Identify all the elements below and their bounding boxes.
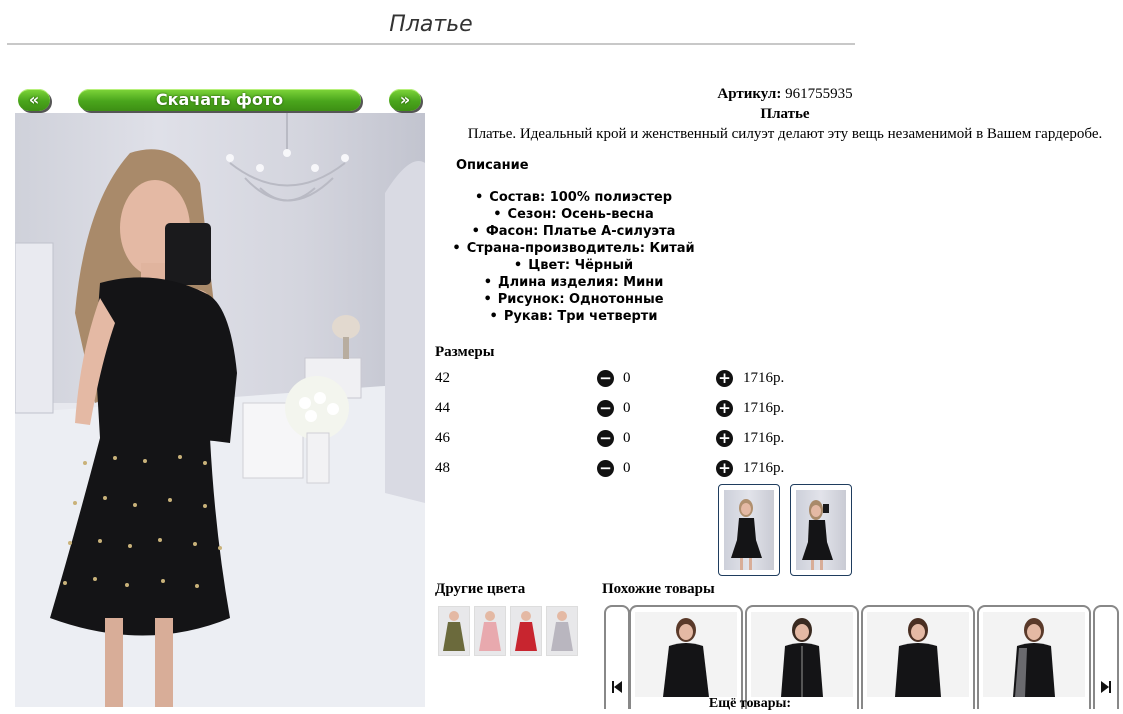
sku-label: Артикул: [717,86,782,102]
size-label: 42 [435,370,450,386]
other-colors-heading: Другие цвета [435,581,526,597]
similar-product-card[interactable] [745,605,859,709]
carousel-prev-button[interactable] [604,605,630,709]
sku-line: Артикул: 961755935 [430,86,1123,103]
product-image [781,618,823,697]
carousel-next-button[interactable] [1093,605,1119,709]
quantity-value: 0 [623,460,631,476]
plus-icon[interactable]: + [716,400,733,417]
spec-item: Рукав: Три четверти [430,308,717,325]
similar-products-heading: Похожие товары [602,581,715,597]
minus-icon[interactable]: − [597,430,614,447]
price-value: 1716р. [743,370,785,386]
title-divider [7,43,855,45]
price-value: 1716р. [743,400,785,416]
size-row: 48 − 0 + 1716р. [435,460,795,482]
product-image [1013,618,1055,697]
more-products-link[interactable]: Ещё товары: [600,696,900,712]
color-variant-thumbnail[interactable] [438,606,470,656]
skip-forward-icon [1101,681,1111,693]
spec-item: Страна-производитель: Китай [430,240,717,257]
minus-icon[interactable]: − [597,400,614,417]
main-photo-illustration [15,113,425,707]
spec-item: Сезон: Осень-весна [430,206,717,223]
minus-icon[interactable]: − [597,460,614,477]
color-variant-thumbnail[interactable] [546,606,578,656]
color-variant-image [479,611,501,651]
size-row: 44 − 0 + 1716р. [435,400,795,422]
prev-photo-button[interactable]: « [18,89,50,111]
spec-item: Состав: 100% полиэстер [430,189,717,206]
plus-icon[interactable]: + [716,460,733,477]
spec-item: Цвет: Чёрный [430,257,717,274]
spec-item: Длина изделия: Мини [430,274,717,291]
similar-product-card[interactable] [977,605,1091,709]
spec-item: Рисунок: Однотонные [430,291,717,308]
page-title: Платье [389,12,473,37]
price-value: 1716р. [743,460,785,476]
next-photo-button[interactable]: » [389,89,421,111]
color-variant-image [443,611,465,651]
size-label: 46 [435,430,450,446]
color-variant-thumbnail[interactable] [474,606,506,656]
size-row: 46 − 0 + 1716р. [435,430,795,452]
similar-product-card[interactable] [861,605,975,709]
color-variant-image [551,611,573,651]
photo-thumbnail[interactable] [718,484,780,576]
main-product-photo[interactable] [15,113,425,707]
spec-item: Фасон: Платье А-силуэта [430,223,717,240]
plus-icon[interactable]: + [716,370,733,387]
plus-icon[interactable]: + [716,430,733,447]
color-variant-image [515,611,537,651]
spec-list: Состав: 100% полиэстер Сезон: Осень-весн… [430,189,717,325]
photo-thumbnail[interactable] [790,484,852,576]
thumbnail-image [731,499,762,570]
quantity-value: 0 [623,370,631,386]
sizes-heading: Размеры [435,344,495,360]
product-image [895,618,941,697]
download-photo-button[interactable]: Скачать фото [78,89,361,111]
quantity-value: 0 [623,430,631,446]
price-value: 1716р. [743,430,785,446]
quantity-value: 0 [623,400,631,416]
minus-icon[interactable]: − [597,370,614,387]
color-variant-thumbnail[interactable] [510,606,542,656]
product-name: Платье [760,106,810,122]
product-description: Платье. Идеальный крой и женственный сил… [467,126,1103,142]
description-heading: Описание [456,158,529,173]
product-image [663,618,709,697]
similar-product-card[interactable] [629,605,743,709]
sku-value: 961755935 [785,86,853,102]
size-label: 44 [435,400,450,416]
size-row: 42 − 0 + 1716р. [435,370,795,392]
thumbnail-image [802,500,833,570]
skip-back-icon [612,681,622,693]
size-label: 48 [435,460,450,476]
